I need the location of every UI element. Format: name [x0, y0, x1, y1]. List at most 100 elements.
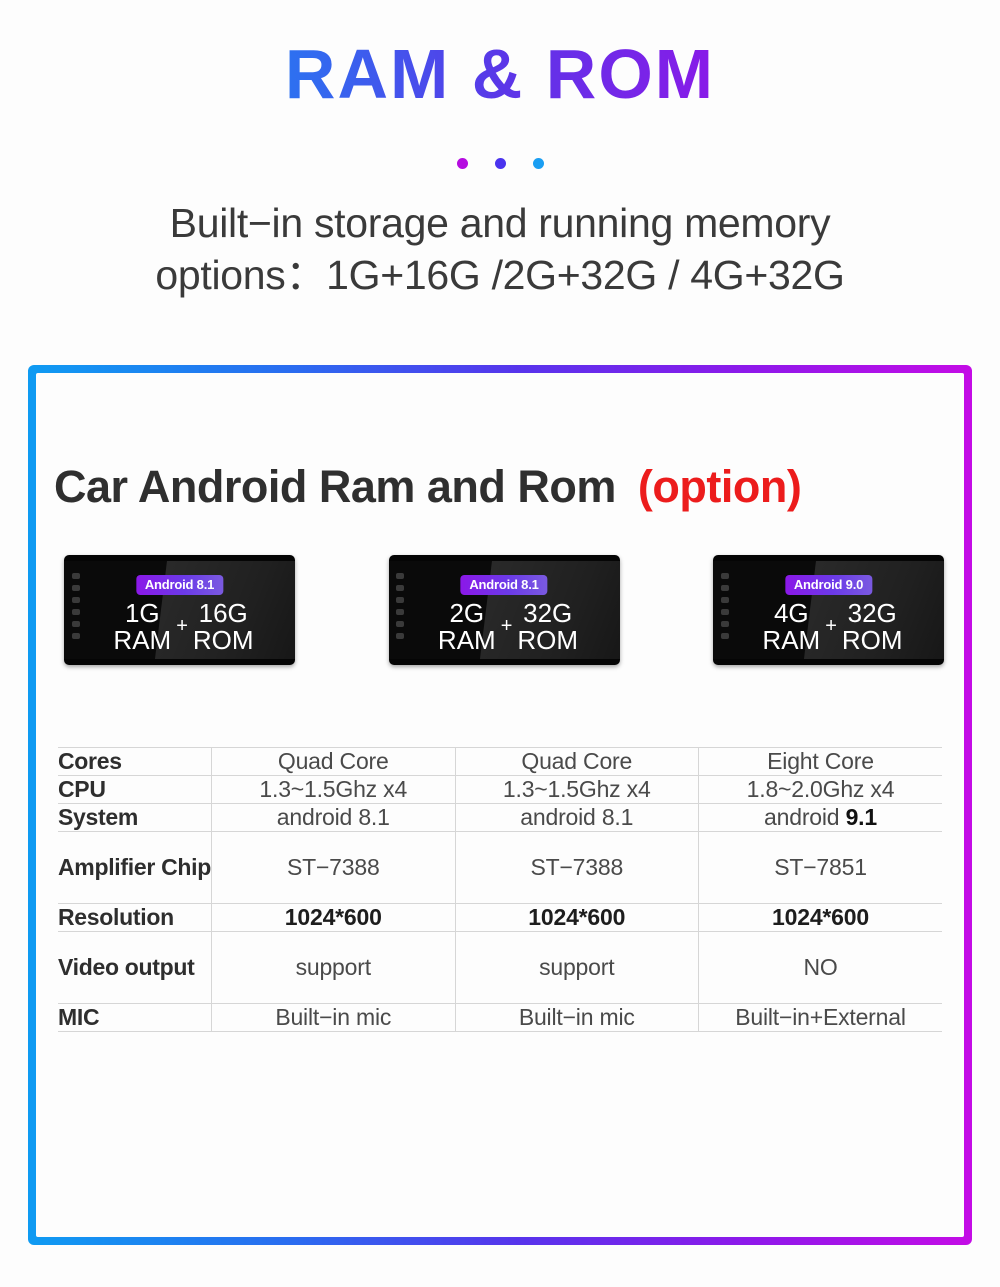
side-button-icon	[396, 621, 404, 627]
side-button-icon	[396, 573, 404, 579]
device-card-1: Android 8.1 1G RAM + 16G ROM	[58, 551, 301, 669]
rom-spec: 32G ROM	[842, 600, 903, 653]
specification-table: Cores Quad Core Quad Core Eight Core CPU 1.3~…	[58, 747, 942, 1032]
version-emphasis: 9.1	[845, 804, 878, 830]
table-row: Video output support support NO	[58, 931, 942, 1004]
device-gallery: Android 8.1 1G RAM + 16G ROM Android 8.1…	[36, 513, 964, 669]
side-button-icon	[396, 609, 404, 615]
row-value-col-1: Built−in mic	[211, 1003, 456, 1032]
side-button-icon	[71, 597, 80, 603]
device-spec-line: 4G RAM + 32G ROM	[729, 600, 936, 653]
ram-spec: 4G RAM	[762, 600, 820, 653]
ram-spec: 2G RAM	[438, 600, 496, 653]
rom-size: 16G	[198, 598, 248, 629]
ram-label: RAM	[762, 625, 821, 655]
row-value-col-3: android 9.1	[698, 803, 942, 832]
row-value-col-2: ST−7388	[455, 831, 699, 904]
row-value-col-2: android 8.1	[455, 803, 699, 832]
table-row: Resolution 1024*600 1024*600 1024*600	[58, 903, 942, 932]
row-value-col-3: 1.8~2.0Ghz x4	[698, 775, 942, 804]
table-row: Amplifier Chip ST−7388 ST−7388 ST−7851	[58, 831, 942, 904]
android-version-badge: Android 9.0	[784, 575, 873, 595]
row-value-col-2: support	[455, 931, 699, 1004]
side-button-icon	[71, 585, 80, 591]
side-button-icon	[396, 633, 404, 639]
android-version-badge: Android 8.1	[460, 575, 548, 595]
side-button-icon	[396, 597, 404, 603]
subtitle-line-2: options：1G+16G /2G+32G / 4G+32G	[155, 252, 845, 299]
side-button-icon	[720, 585, 729, 591]
row-value-col-2: Built−in mic	[455, 1003, 699, 1032]
plus-icon: +	[176, 614, 188, 637]
panel-heading-option: (option)	[637, 461, 802, 512]
spec-panel-inner: Car Android Ram and Rom (option) Android…	[36, 373, 964, 1237]
spec-table-body: Cores Quad Core Quad Core Eight Core CPU 1.3~…	[58, 747, 942, 1032]
ram-label: RAM	[113, 625, 172, 655]
side-button-icon	[71, 609, 80, 615]
row-label: Cores	[58, 747, 212, 776]
row-value-col-1: android 8.1	[211, 803, 456, 832]
device-body: Android 9.0 4G RAM + 32G ROM	[713, 555, 944, 665]
ram-spec: 1G RAM	[113, 600, 171, 653]
table-row: MIC Built−in mic Built−in mic Built−in+Exte…	[58, 1003, 942, 1032]
row-value-col-2: 1024*600	[455, 903, 699, 932]
side-button-icon	[71, 633, 80, 639]
android-version-badge: Android 8.1	[135, 575, 224, 595]
row-value-col-2: Quad Core	[455, 747, 699, 776]
ram-size: 2G	[449, 598, 485, 629]
row-label: MIC	[58, 1003, 212, 1032]
row-value-col-1: Quad Core	[211, 747, 456, 776]
panel-heading-text: Car Android Ram and Rom	[54, 461, 616, 512]
row-value-col-3: 1024*600	[698, 903, 942, 932]
plus-icon: +	[500, 614, 513, 637]
row-value-col-1: ST−7388	[211, 831, 456, 904]
row-value-col-3: Built−in+External	[698, 1003, 942, 1032]
row-label: Resolution	[58, 903, 212, 932]
row-value-col-3: Eight Core	[698, 747, 942, 776]
device-screen: Android 9.0 4G RAM + 32G ROM	[713, 561, 944, 659]
page-title: RAM & ROM	[0, 0, 1000, 113]
table-row: Cores Quad Core Quad Core Eight Core	[58, 747, 942, 776]
ram-size: 1G	[124, 598, 160, 629]
device-screen: Android 8.1 2G RAM + 32G ROM	[388, 561, 620, 659]
ram-size: 4G	[773, 598, 809, 629]
row-value-col-1: 1024*600	[211, 903, 456, 932]
rom-spec: 32G ROM	[517, 600, 578, 653]
spec-panel: Car Android Ram and Rom (option) Android…	[28, 365, 972, 1245]
device-spec-line: 1G RAM + 16G ROM	[80, 600, 287, 653]
side-button-icon	[720, 633, 729, 639]
row-label: System	[58, 803, 212, 832]
rom-size: 32G	[847, 598, 897, 629]
device-body: Android 8.1 2G RAM + 32G ROM	[388, 555, 620, 665]
ram-label: RAM	[437, 625, 496, 655]
side-button-icon	[71, 573, 80, 579]
decorative-dots	[0, 157, 1000, 169]
side-button-icon	[720, 621, 729, 627]
subtitle-line-1: Built−in storage and running memory	[169, 200, 831, 246]
panel-heading: Car Android Ram and Rom (option)	[36, 373, 964, 513]
device-card-2: Android 8.1 2G RAM + 32G ROM	[383, 551, 626, 669]
side-button-icon	[720, 609, 729, 615]
subtitle: Built−in storage and running memory opti…	[0, 197, 1000, 302]
device-body: Android 8.1 1G RAM + 16G ROM	[64, 555, 295, 665]
device-spec-line: 2G RAM + 32G ROM	[405, 600, 612, 653]
dot-violet-icon	[494, 157, 506, 169]
side-button-icon	[396, 585, 404, 591]
row-label: CPU	[58, 775, 212, 804]
side-button-icon	[71, 621, 80, 627]
dot-blue-icon	[532, 157, 544, 169]
rom-label: ROM	[192, 625, 254, 655]
device-card-3: Android 9.0 4G RAM + 32G ROM	[707, 551, 950, 669]
row-value-col-3: ST−7851	[698, 831, 942, 904]
device-screen: Android 8.1 1G RAM + 16G ROM	[64, 561, 295, 659]
side-button-icon	[720, 573, 729, 579]
side-button-icon	[720, 597, 729, 603]
rom-size: 32G	[523, 598, 573, 629]
row-label: Amplifier Chip	[58, 831, 212, 904]
dot-magenta-icon	[456, 157, 468, 169]
row-value-col-1: 1.3~1.5Ghz x4	[211, 775, 456, 804]
row-value-col-3: NO	[698, 931, 942, 1004]
row-value-col-1: support	[211, 931, 456, 1004]
row-label: Video output	[58, 931, 212, 1004]
rom-spec: 16G ROM	[193, 600, 254, 653]
